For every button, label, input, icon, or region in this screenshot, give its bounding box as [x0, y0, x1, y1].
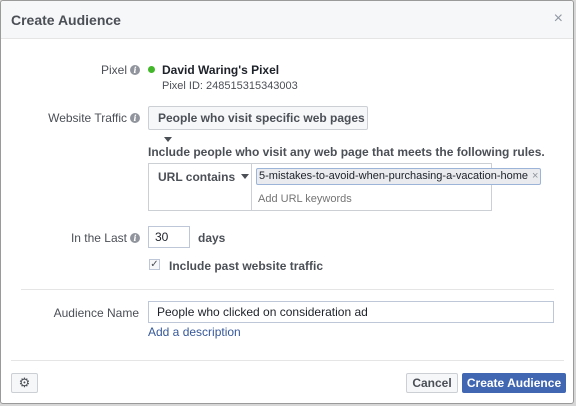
- divider: [21, 289, 554, 290]
- audience-name-input[interactable]: [148, 301, 554, 323]
- create-audience-dialog: Create Audience × Pixel i David Waring's …: [0, 0, 574, 404]
- footer-divider: [11, 360, 564, 361]
- add-description-link[interactable]: Add a description: [148, 325, 241, 339]
- audience-name-label: Audience Name: [53, 306, 139, 320]
- url-keyword-token: 5-mistakes-to-avoid-when-purchasing-a-va…: [256, 168, 542, 185]
- caret-down-icon: [241, 174, 250, 179]
- caret-down-icon: [164, 137, 172, 142]
- url-keywords-input[interactable]: [258, 193, 478, 205]
- url-rule-box: URL contains 5-mistakes-to-avoid-when-pu…: [148, 163, 542, 211]
- url-condition-dropdown[interactable]: URL contains: [158, 170, 250, 184]
- pixel-status-dot: [148, 66, 155, 73]
- info-icon[interactable]: i: [130, 113, 140, 123]
- info-icon[interactable]: i: [130, 233, 140, 243]
- remove-token-icon[interactable]: ×: [532, 170, 538, 182]
- close-icon[interactable]: ×: [554, 11, 563, 27]
- url-condition-cell: URL contains: [149, 164, 252, 210]
- gear-icon: ⚙: [18, 375, 31, 390]
- info-icon[interactable]: i: [130, 65, 140, 75]
- days-unit: days: [198, 231, 226, 245]
- pixel-name: David Waring's Pixel: [162, 63, 280, 77]
- rules-description: Include people who visit any web page th…: [148, 145, 545, 159]
- website-traffic-label: Website Traffic i: [21, 111, 140, 125]
- pixel-id: Pixel ID: 248515315343003: [162, 80, 298, 92]
- settings-button[interactable]: ⚙: [11, 373, 38, 393]
- cancel-button[interactable]: Cancel: [406, 373, 458, 393]
- pixel-label: Pixel i: [61, 63, 140, 77]
- include-past-traffic-checkbox[interactable]: ✓: [149, 259, 160, 270]
- in-the-last-label: In the Last i: [41, 231, 140, 245]
- dialog-title: Create Audience: [11, 12, 121, 28]
- retention-days-input[interactable]: [148, 226, 190, 248]
- include-past-traffic-label[interactable]: Include past website traffic: [169, 259, 323, 273]
- website-traffic-dropdown[interactable]: People who visit specific web pages: [148, 106, 368, 142]
- dialog-header: Create Audience ×: [1, 1, 573, 39]
- website-traffic-selected: People who visit specific web pages: [158, 111, 365, 125]
- create-audience-button[interactable]: Create Audience: [462, 373, 566, 393]
